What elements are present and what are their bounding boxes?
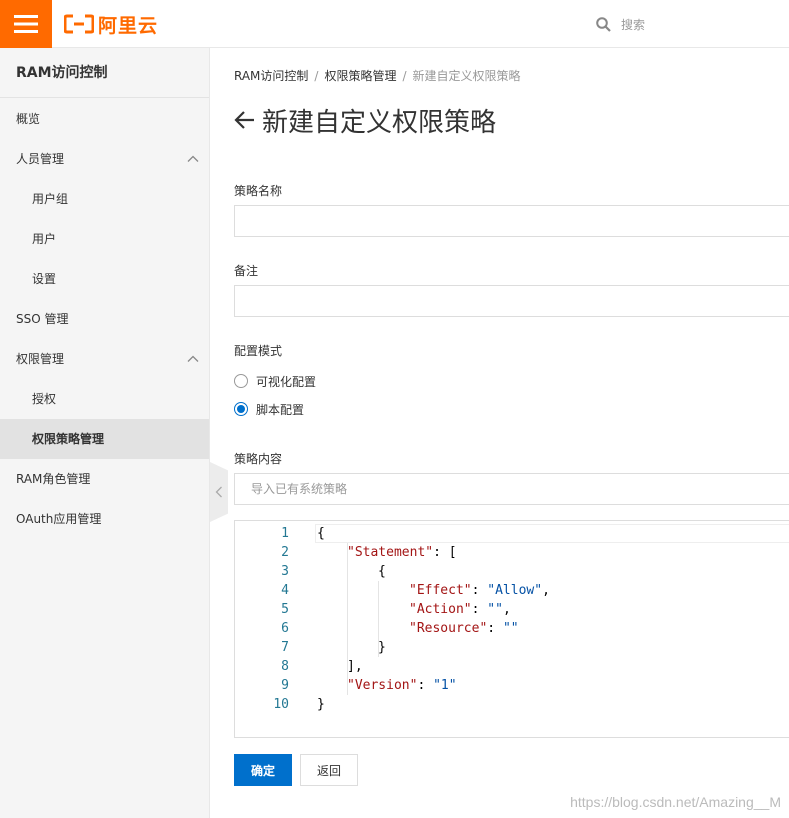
- policy-content-label: 策略内容: [234, 452, 283, 466]
- line-number: 2: [281, 545, 289, 560]
- chevron-up-icon: [187, 355, 199, 362]
- code-line: {: [378, 564, 386, 579]
- sidebar-item-label: 用户组: [32, 192, 69, 206]
- aliyun-logo[interactable]: 阿里云: [64, 12, 159, 37]
- sidebar: RAM访问控制 概览 人员管理 用户组 用户 设置 SSO 管理 权限管理 授权…: [0, 48, 210, 818]
- line-number: 7: [281, 640, 289, 655]
- breadcrumb-item-ram[interactable]: RAM访问控制: [234, 69, 308, 83]
- sidebar-item-sso[interactable]: SSO 管理: [0, 299, 209, 339]
- sidebar-item-grants[interactable]: 授权: [0, 379, 209, 419]
- search-icon: [596, 16, 611, 32]
- code-line: }: [378, 640, 386, 655]
- sidebar-title: RAM访问控制: [0, 48, 209, 98]
- sidebar-item-label: 人员管理: [16, 152, 65, 166]
- main-content: RAM访问控制 / 权限策略管理 / 新建自定义权限策略 新建自定义权限策略 策略名称 …: [234, 48, 789, 818]
- policy-name-label: 策略名称: [234, 184, 283, 198]
- code-line: "Version": "1": [347, 678, 457, 693]
- sidebar-item-label: 用户: [32, 232, 57, 246]
- page-title: 新建自定义权限策略: [234, 100, 496, 140]
- watermark: https://blog.csdn.net/Amazing__M: [570, 794, 781, 810]
- aliyun-logo-icon: [64, 14, 94, 34]
- editor-gutter: 1 2 3 4 5 6 7 8 9 10: [235, 521, 315, 737]
- sidebar-item-roles[interactable]: RAM角色管理: [0, 459, 209, 499]
- line-number: 6: [281, 621, 289, 636]
- hamburger-icon: [14, 15, 38, 33]
- line-number: 4: [281, 583, 289, 598]
- code-line: "Resource": "": [409, 621, 519, 636]
- import-policy-select[interactable]: [234, 473, 789, 505]
- line-number: 1: [281, 526, 289, 541]
- menu-toggle-button[interactable]: [0, 0, 52, 48]
- code-line: ],: [347, 659, 363, 674]
- breadcrumb-item-current: 新建自定义权限策略: [412, 69, 521, 83]
- sidebar-item-label: RAM角色管理: [16, 472, 91, 486]
- line-number: 10: [273, 697, 289, 712]
- remark-label: 备注: [234, 264, 259, 278]
- breadcrumb: RAM访问控制 / 权限策略管理 / 新建自定义权限策略: [234, 67, 521, 84]
- line-number: 9: [281, 678, 289, 693]
- search-box[interactable]: 搜索: [596, 14, 645, 34]
- sidebar-item-policies[interactable]: 权限策略管理: [0, 419, 209, 459]
- sidebar-item-permissions[interactable]: 权限管理: [0, 339, 209, 379]
- sidebar-item-label: 权限管理: [16, 352, 65, 366]
- line-number: 8: [281, 659, 289, 674]
- policy-code-editor[interactable]: 1 2 3 4 5 6 7 8 9 10 { "Statement": [ { …: [234, 520, 789, 738]
- line-number: 3: [281, 564, 289, 579]
- radio-unchecked-icon[interactable]: [234, 374, 248, 388]
- sidebar-item-groups[interactable]: 用户组: [0, 179, 209, 219]
- breadcrumb-separator: /: [402, 69, 407, 83]
- breadcrumb-item-policies[interactable]: 权限策略管理: [324, 69, 396, 83]
- top-bar: 阿里云 搜索: [0, 0, 789, 48]
- line-number: 5: [281, 602, 289, 617]
- back-arrow-icon[interactable]: [234, 109, 256, 131]
- chevron-left-icon: [215, 486, 222, 498]
- policy-name-input[interactable]: [234, 205, 789, 237]
- radio-checked-icon[interactable]: [234, 402, 248, 416]
- search-placeholder: 搜索: [621, 17, 646, 32]
- code-line: "Effect": "Allow",: [409, 583, 550, 598]
- sidebar-collapse-handle[interactable]: [210, 462, 228, 522]
- sidebar-item-label: 设置: [32, 272, 57, 286]
- sidebar-item-identities[interactable]: 人员管理: [0, 139, 209, 179]
- back-button[interactable]: 返回: [300, 754, 358, 786]
- sidebar-item-label: 概览: [16, 112, 41, 126]
- page-title-text: 新建自定义权限策略: [262, 107, 497, 138]
- code-line: {: [317, 526, 325, 541]
- sidebar-item-overview[interactable]: 概览: [0, 99, 209, 139]
- confirm-button[interactable]: 确定: [234, 754, 292, 786]
- sidebar-item-label: SSO 管理: [16, 312, 69, 326]
- remark-input[interactable]: [234, 285, 789, 317]
- sidebar-item-label: 权限策略管理: [32, 432, 105, 446]
- radio-visual-config[interactable]: 可视化配置: [234, 372, 316, 390]
- config-mode-label: 配置模式: [234, 344, 283, 358]
- radio-label: 脚本配置: [256, 402, 305, 417]
- radio-script-config[interactable]: 脚本配置: [234, 400, 304, 418]
- code-line: "Statement": [: [347, 545, 457, 560]
- sidebar-item-label: 授权: [32, 392, 57, 406]
- logo-text: 阿里云: [98, 14, 159, 37]
- chevron-up-icon: [187, 155, 199, 162]
- radio-label: 可视化配置: [256, 374, 317, 389]
- breadcrumb-separator: /: [314, 69, 319, 83]
- sidebar-item-settings[interactable]: 设置: [0, 259, 209, 299]
- sidebar-item-users[interactable]: 用户: [0, 219, 209, 259]
- code-line: }: [317, 697, 325, 712]
- sidebar-item-oauth[interactable]: OAuth应用管理: [0, 499, 209, 539]
- editor-body[interactable]: { "Statement": [ { "Effect": "Allow", "A…: [315, 521, 789, 737]
- code-line: "Action": "",: [409, 602, 511, 617]
- sidebar-item-label: OAuth应用管理: [16, 512, 102, 526]
